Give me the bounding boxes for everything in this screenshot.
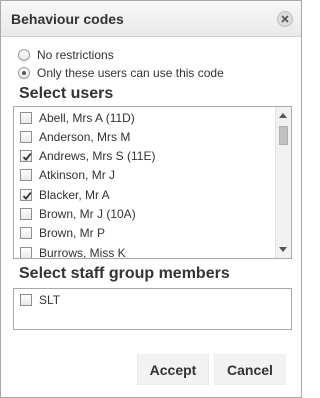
list-item[interactable]: Brown, Mr J (10A) [14,205,276,224]
checkbox[interactable] [20,227,32,240]
list-item[interactable]: Burrows, Miss K [14,243,276,259]
checkbox[interactable] [20,246,32,258]
list-item-label: Brown, Mr P [39,226,106,241]
list-item-label: Anderson, Mrs M [39,129,131,144]
select-staff-group-heading: Select staff group members [19,265,230,282]
list-item[interactable]: Andrews, Mrs S (11E) [14,147,276,166]
checkbox[interactable] [20,111,32,124]
behaviour-codes-dialog: Behaviour codes No restrictions Only the… [0,0,302,398]
list-item-label: Andrews, Mrs S (11E) [39,149,156,164]
radio-only-these-users[interactable]: Only these users can use this code [18,65,224,81]
radio-button-selected[interactable] [18,67,30,79]
list-item[interactable]: Brown, Mr P [14,224,276,243]
list-item[interactable]: Blacker, Mr A [14,185,276,204]
close-icon[interactable] [277,11,293,27]
checkmark-icon [22,191,32,200]
list-item[interactable]: Atkinson, Mr J [14,166,276,185]
checkbox[interactable] [20,208,32,220]
list-item-label: Atkinson, Mr J [39,168,116,183]
users-scrollbar[interactable] [275,107,291,258]
list-item[interactable]: Anderson, Mrs M [14,127,276,146]
list-item[interactable]: Abell, Mrs A (11D) [14,108,276,127]
list-item-label: Blacker, Mr A [39,187,110,202]
radio-no-restrictions[interactable]: No restrictions [18,47,114,63]
checkbox[interactable] [20,293,32,306]
list-item-label: SLT [39,292,61,307]
accept-button[interactable]: Accept [137,354,209,385]
cancel-button[interactable]: Cancel [214,354,286,385]
users-listbox[interactable]: Abell, Mrs A (11D) Anderson, Mrs M Andrews… [13,106,292,259]
scroll-down-arrow-icon[interactable] [279,247,287,252]
checkbox-checked[interactable] [20,150,32,163]
select-users-heading: Select users [19,85,114,102]
scroll-up-arrow-icon[interactable] [279,113,287,118]
checkbox-checked[interactable] [20,188,32,201]
scroll-thumb[interactable] [279,126,288,145]
list-item-label: Brown, Mr J (10A) [39,207,136,221]
close-x-glyph [281,15,289,23]
list-item[interactable]: SLT [14,290,276,309]
dialog-titlebar: Behaviour codes [1,1,301,37]
dialog-title: Behaviour codes [11,11,124,27]
radio-label: No restrictions [37,48,114,62]
radio-button[interactable] [18,49,30,61]
checkbox[interactable] [20,169,32,182]
list-item-label: Abell, Mrs A (11D) [39,110,135,125]
radio-label: Only these users can use this code [37,66,224,80]
staff-group-listbox[interactable]: SLT [13,288,292,330]
list-item-label: Burrows, Miss K [39,245,126,259]
checkmark-icon [22,153,32,162]
checkbox[interactable] [20,130,32,143]
